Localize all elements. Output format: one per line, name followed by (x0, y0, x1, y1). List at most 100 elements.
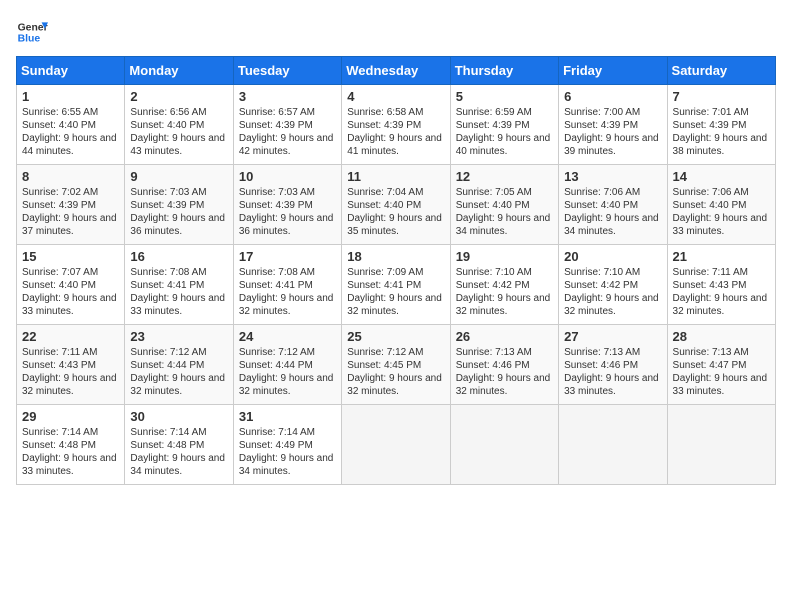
sunrise-line: Sunrise: 7:06 AM (564, 186, 661, 199)
sunset-line: Sunset: 4:41 PM (239, 279, 336, 292)
day-number: 10 (239, 169, 336, 184)
daylight-line: Daylight: 9 hours and 36 minutes. (130, 212, 227, 238)
day-number: 21 (673, 249, 770, 264)
sunrise-line: Sunrise: 7:07 AM (22, 266, 119, 279)
calendar-cell: 31 Sunrise: 7:14 AM Sunset: 4:49 PM Dayl… (233, 405, 341, 485)
sunset-line: Sunset: 4:39 PM (239, 199, 336, 212)
calendar-cell: 2 Sunrise: 6:56 AM Sunset: 4:40 PM Dayli… (125, 85, 233, 165)
sunrise-line: Sunrise: 7:13 AM (456, 346, 553, 359)
day-number: 6 (564, 89, 661, 104)
sunset-line: Sunset: 4:42 PM (456, 279, 553, 292)
day-number: 23 (130, 329, 227, 344)
calendar-header-row: SundayMondayTuesdayWednesdayThursdayFrid… (17, 57, 776, 85)
sunset-line: Sunset: 4:48 PM (22, 439, 119, 452)
calendar-cell (342, 405, 450, 485)
daylight-line: Daylight: 9 hours and 44 minutes. (22, 132, 119, 158)
sunrise-line: Sunrise: 7:10 AM (564, 266, 661, 279)
daylight-line: Daylight: 9 hours and 32 minutes. (456, 292, 553, 318)
sunset-line: Sunset: 4:40 PM (22, 119, 119, 132)
daylight-line: Daylight: 9 hours and 40 minutes. (456, 132, 553, 158)
sunset-line: Sunset: 4:39 PM (673, 119, 770, 132)
daylight-line: Daylight: 9 hours and 32 minutes. (347, 372, 444, 398)
calendar-table: SundayMondayTuesdayWednesdayThursdayFrid… (16, 56, 776, 485)
daylight-line: Daylight: 9 hours and 38 minutes. (673, 132, 770, 158)
day-number: 3 (239, 89, 336, 104)
sunset-line: Sunset: 4:39 PM (130, 199, 227, 212)
sunset-line: Sunset: 4:40 PM (673, 199, 770, 212)
calendar-cell: 24 Sunrise: 7:12 AM Sunset: 4:44 PM Dayl… (233, 325, 341, 405)
sunset-line: Sunset: 4:39 PM (22, 199, 119, 212)
day-number: 5 (456, 89, 553, 104)
calendar-cell: 6 Sunrise: 7:00 AM Sunset: 4:39 PM Dayli… (559, 85, 667, 165)
sunset-line: Sunset: 4:49 PM (239, 439, 336, 452)
sunset-line: Sunset: 4:40 PM (456, 199, 553, 212)
sunrise-line: Sunrise: 7:14 AM (130, 426, 227, 439)
calendar-cell: 17 Sunrise: 7:08 AM Sunset: 4:41 PM Dayl… (233, 245, 341, 325)
sunset-line: Sunset: 4:47 PM (673, 359, 770, 372)
calendar-cell: 18 Sunrise: 7:09 AM Sunset: 4:41 PM Dayl… (342, 245, 450, 325)
daylight-line: Daylight: 9 hours and 33 minutes. (564, 372, 661, 398)
calendar-cell: 10 Sunrise: 7:03 AM Sunset: 4:39 PM Dayl… (233, 165, 341, 245)
sunrise-line: Sunrise: 6:56 AM (130, 106, 227, 119)
daylight-line: Daylight: 9 hours and 32 minutes. (347, 292, 444, 318)
calendar-cell: 16 Sunrise: 7:08 AM Sunset: 4:41 PM Dayl… (125, 245, 233, 325)
calendar-cell: 26 Sunrise: 7:13 AM Sunset: 4:46 PM Dayl… (450, 325, 558, 405)
calendar-cell: 7 Sunrise: 7:01 AM Sunset: 4:39 PM Dayli… (667, 85, 775, 165)
calendar-week-row: 1 Sunrise: 6:55 AM Sunset: 4:40 PM Dayli… (17, 85, 776, 165)
page-header: General Blue (16, 16, 776, 48)
day-number: 8 (22, 169, 119, 184)
day-number: 18 (347, 249, 444, 264)
daylight-line: Daylight: 9 hours and 33 minutes. (673, 372, 770, 398)
sunset-line: Sunset: 4:42 PM (564, 279, 661, 292)
day-number: 11 (347, 169, 444, 184)
header-friday: Friday (559, 57, 667, 85)
calendar-cell: 21 Sunrise: 7:11 AM Sunset: 4:43 PM Dayl… (667, 245, 775, 325)
day-number: 28 (673, 329, 770, 344)
daylight-line: Daylight: 9 hours and 32 minutes. (673, 292, 770, 318)
day-number: 4 (347, 89, 444, 104)
calendar-cell: 29 Sunrise: 7:14 AM Sunset: 4:48 PM Dayl… (17, 405, 125, 485)
sunrise-line: Sunrise: 7:13 AM (673, 346, 770, 359)
sunrise-line: Sunrise: 7:04 AM (347, 186, 444, 199)
sunset-line: Sunset: 4:43 PM (22, 359, 119, 372)
logo-icon: General Blue (16, 16, 48, 48)
calendar-cell: 5 Sunrise: 6:59 AM Sunset: 4:39 PM Dayli… (450, 85, 558, 165)
daylight-line: Daylight: 9 hours and 34 minutes. (130, 452, 227, 478)
sunset-line: Sunset: 4:39 PM (239, 119, 336, 132)
day-number: 30 (130, 409, 227, 424)
calendar-cell: 1 Sunrise: 6:55 AM Sunset: 4:40 PM Dayli… (17, 85, 125, 165)
daylight-line: Daylight: 9 hours and 35 minutes. (347, 212, 444, 238)
daylight-line: Daylight: 9 hours and 32 minutes. (22, 372, 119, 398)
sunrise-line: Sunrise: 7:14 AM (22, 426, 119, 439)
sunrise-line: Sunrise: 7:14 AM (239, 426, 336, 439)
calendar-cell: 27 Sunrise: 7:13 AM Sunset: 4:46 PM Dayl… (559, 325, 667, 405)
calendar-cell: 9 Sunrise: 7:03 AM Sunset: 4:39 PM Dayli… (125, 165, 233, 245)
header-thursday: Thursday (450, 57, 558, 85)
day-number: 13 (564, 169, 661, 184)
header-wednesday: Wednesday (342, 57, 450, 85)
daylight-line: Daylight: 9 hours and 43 minutes. (130, 132, 227, 158)
sunrise-line: Sunrise: 7:01 AM (673, 106, 770, 119)
header-tuesday: Tuesday (233, 57, 341, 85)
sunrise-line: Sunrise: 6:57 AM (239, 106, 336, 119)
sunrise-line: Sunrise: 7:08 AM (239, 266, 336, 279)
day-number: 20 (564, 249, 661, 264)
daylight-line: Daylight: 9 hours and 33 minutes. (130, 292, 227, 318)
daylight-line: Daylight: 9 hours and 33 minutes. (22, 292, 119, 318)
sunset-line: Sunset: 4:45 PM (347, 359, 444, 372)
calendar-week-row: 15 Sunrise: 7:07 AM Sunset: 4:40 PM Dayl… (17, 245, 776, 325)
sunrise-line: Sunrise: 7:13 AM (564, 346, 661, 359)
header-monday: Monday (125, 57, 233, 85)
day-number: 2 (130, 89, 227, 104)
daylight-line: Daylight: 9 hours and 32 minutes. (130, 372, 227, 398)
sunrise-line: Sunrise: 7:03 AM (239, 186, 336, 199)
daylight-line: Daylight: 9 hours and 37 minutes. (22, 212, 119, 238)
sunset-line: Sunset: 4:40 PM (564, 199, 661, 212)
day-number: 31 (239, 409, 336, 424)
sunrise-line: Sunrise: 7:12 AM (239, 346, 336, 359)
calendar-cell: 14 Sunrise: 7:06 AM Sunset: 4:40 PM Dayl… (667, 165, 775, 245)
day-number: 9 (130, 169, 227, 184)
calendar-cell: 23 Sunrise: 7:12 AM Sunset: 4:44 PM Dayl… (125, 325, 233, 405)
day-number: 25 (347, 329, 444, 344)
daylight-line: Daylight: 9 hours and 34 minutes. (456, 212, 553, 238)
